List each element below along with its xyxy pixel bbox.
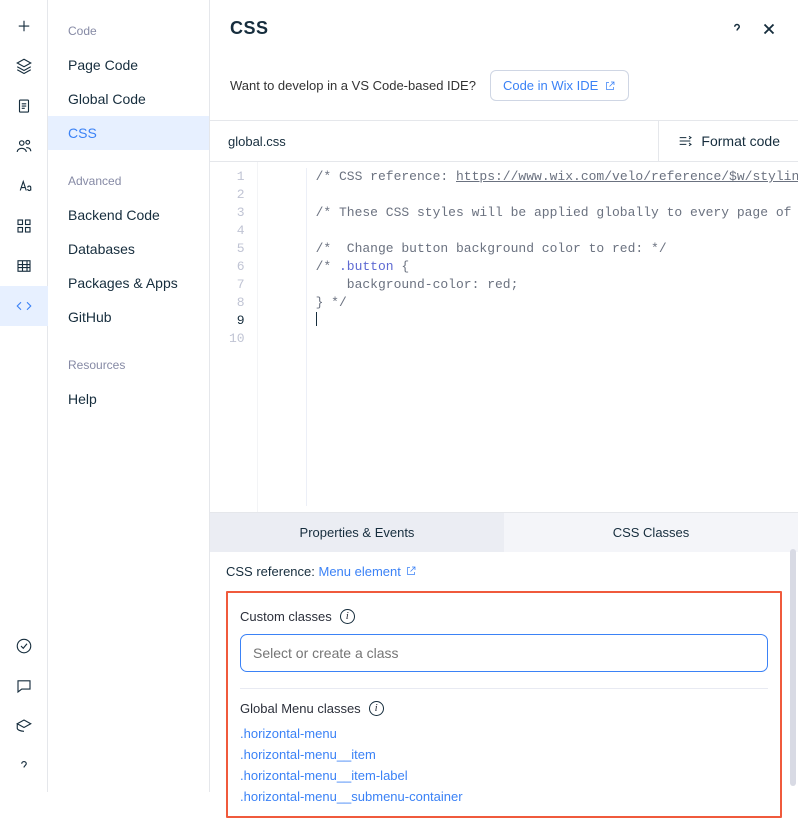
external-link-icon [405,565,417,577]
scrollbar[interactable] [790,549,796,786]
help-icon[interactable] [728,20,746,38]
filename: global.css [210,122,658,161]
sidebar-item-databases[interactable]: Databases [48,232,209,266]
global-class-link[interactable]: .horizontal-menu__item [240,747,768,762]
sidebar-item-global-code[interactable]: Global Code [48,82,209,116]
sidebar-item-css[interactable]: CSS [48,116,209,150]
info-icon[interactable]: i [340,609,355,624]
format-icon [677,133,693,149]
rail-layers-icon[interactable] [0,46,48,86]
rail-page-icon[interactable] [0,86,48,126]
sidebar-heading-advanced: Advanced [48,168,209,198]
css-reference-link[interactable]: Menu element [319,564,417,579]
custom-classes-label: Custom classes [240,609,332,624]
sidebar-item-backend[interactable]: Backend Code [48,198,209,232]
sidebar-item-packages[interactable]: Packages & Apps [48,266,209,300]
rail-chat-icon[interactable] [0,666,48,706]
external-link-icon [604,80,616,92]
icon-rail [0,0,48,792]
css-reference-label: CSS reference: [226,564,315,579]
rail-table-icon[interactable] [0,246,48,286]
format-code-button[interactable]: Format code [658,121,798,161]
page-title: CSS [230,18,728,39]
global-class-link[interactable]: .horizontal-menu__submenu-container [240,789,768,804]
rail-apps-icon[interactable] [0,206,48,246]
open-wix-ide-button[interactable]: Code in Wix IDE [490,70,629,101]
code-editor[interactable]: 12345678910 /* CSS reference: https://ww… [210,162,798,512]
rail-code-icon[interactable] [0,286,48,326]
sidebar-heading-code: Code [48,18,209,48]
rail-people-icon[interactable] [0,126,48,166]
main: CSS Want to develop in a VS Code-based I… [210,0,798,792]
sidebar-item-page-code[interactable]: Page Code [48,48,209,82]
info-icon[interactable]: i [369,701,384,716]
custom-class-input[interactable] [240,634,768,672]
sidebar: Code Page Code Global Code CSS Advanced … [48,0,210,792]
gutter: 12345678910 [210,162,257,512]
global-classes-label: Global Menu classes [240,701,361,716]
code-ref-link[interactable]: https://www.wix.com/velo/reference/$w/st… [456,169,798,184]
rail-learn-icon[interactable] [0,706,48,746]
tab-css-classes[interactable]: CSS Classes [504,513,798,552]
bottom-panel: Properties & Events CSS Classes CSS refe… [210,512,798,792]
format-code-label: Format code [701,133,780,149]
tab-properties-events[interactable]: Properties & Events [210,513,504,552]
sidebar-item-help[interactable]: Help [48,382,209,416]
global-class-list: .horizontal-menu .horizontal-menu__item … [240,726,768,804]
close-icon[interactable] [760,20,778,38]
rail-text-icon[interactable] [0,166,48,206]
code-area[interactable]: /* CSS reference: https://www.wix.com/ve… [257,162,798,512]
open-wix-ide-label: Code in Wix IDE [503,78,598,93]
classes-highlight-box: Custom classes i Global Menu classes i .… [226,591,782,818]
sidebar-item-github[interactable]: GitHub [48,300,209,334]
global-class-link[interactable]: .horizontal-menu__item-label [240,768,768,783]
rail-add-icon[interactable] [0,6,48,46]
rail-check-icon[interactable] [0,626,48,666]
rail-help-icon[interactable] [0,746,48,786]
global-class-link[interactable]: .horizontal-menu [240,726,768,741]
ide-prompt-text: Want to develop in a VS Code-based IDE? [230,78,476,93]
sidebar-heading-resources: Resources [48,352,209,382]
